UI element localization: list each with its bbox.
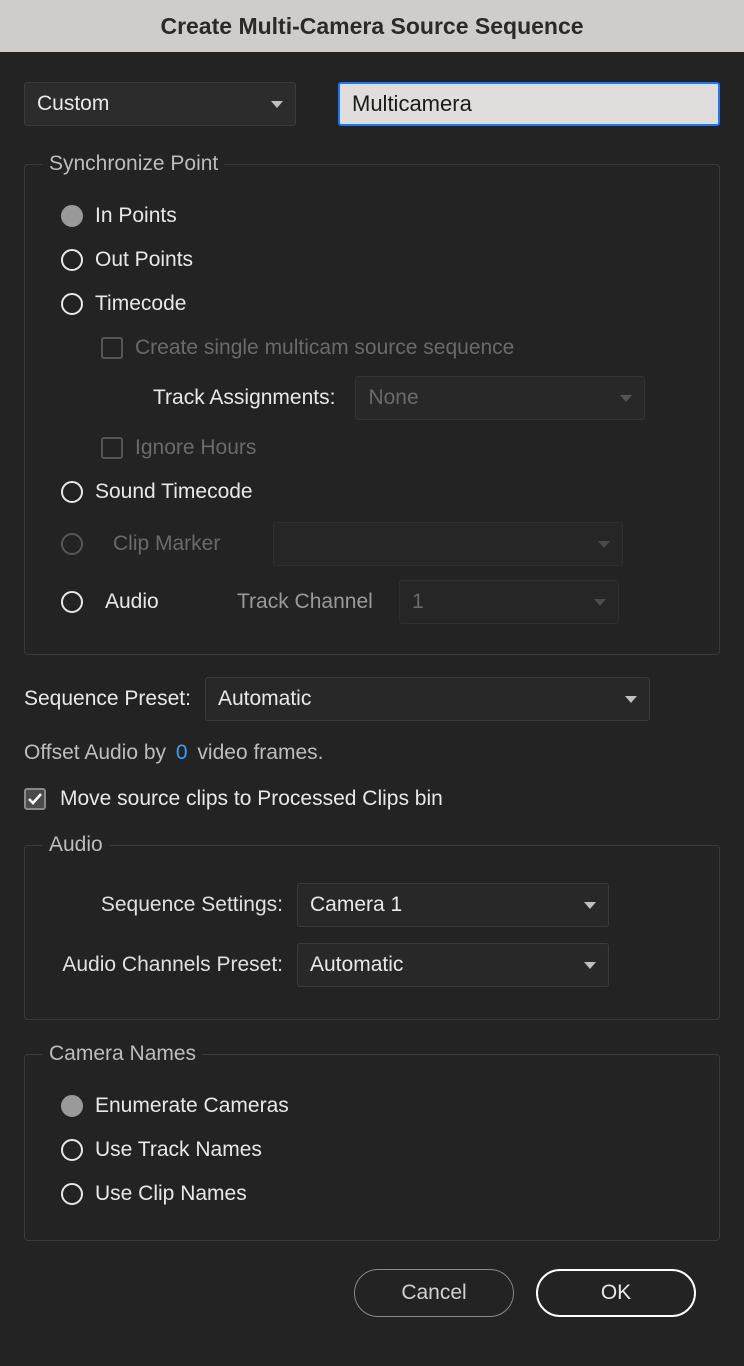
- camera-names-group: Camera Names Enumerate Cameras Use Track…: [24, 1042, 720, 1241]
- sync-out-points-label: Out Points: [95, 248, 193, 272]
- sync-audio-label: Audio: [105, 590, 185, 614]
- sync-timecode-option[interactable]: Timecode: [43, 282, 701, 326]
- sequence-settings-dropdown[interactable]: Camera 1: [297, 883, 609, 927]
- sync-sound-timecode-label: Sound Timecode: [95, 480, 253, 504]
- audio-channels-preset-value: Automatic: [310, 953, 403, 977]
- cancel-button[interactable]: Cancel: [354, 1269, 514, 1317]
- ok-button-label: OK: [601, 1281, 631, 1305]
- checkbox-icon: [101, 337, 123, 359]
- enumerate-cameras-option[interactable]: Enumerate Cameras: [43, 1084, 701, 1128]
- track-channel-dropdown: 1: [399, 580, 619, 624]
- move-source-clips-label: Move source clips to Processed Clips bin: [60, 787, 443, 811]
- radio-icon: [61, 205, 83, 227]
- chevron-down-icon: [271, 101, 283, 108]
- cancel-button-label: Cancel: [401, 1281, 466, 1305]
- chevron-down-icon: [625, 696, 637, 703]
- sync-sound-timecode-option[interactable]: Sound Timecode: [43, 470, 701, 514]
- sequence-name-input[interactable]: [338, 82, 720, 126]
- move-source-clips-option[interactable]: Move source clips to Processed Clips bin: [24, 787, 720, 811]
- sequence-preset-label: Sequence Preset:: [24, 687, 191, 711]
- track-assignments-value: None: [368, 386, 418, 410]
- preset-dropdown[interactable]: Custom: [24, 82, 296, 126]
- chevron-down-icon: [598, 541, 610, 548]
- offset-audio-value[interactable]: 0: [172, 741, 192, 764]
- sync-clip-marker-option: Clip Marker: [43, 514, 701, 574]
- radio-icon: [61, 249, 83, 271]
- use-clip-names-option[interactable]: Use Clip Names: [43, 1172, 701, 1216]
- checkbox-icon: [101, 437, 123, 459]
- radio-icon: [61, 293, 83, 315]
- use-track-names-option[interactable]: Use Track Names: [43, 1128, 701, 1172]
- ignore-hours-option: Ignore Hours: [43, 426, 701, 470]
- radio-icon: [61, 591, 83, 613]
- track-assignments-dropdown: None: [355, 376, 645, 420]
- ignore-hours-label: Ignore Hours: [135, 436, 256, 460]
- dialog-content: Custom Synchronize Point In Points Out P…: [0, 52, 744, 1337]
- synchronize-point-legend: Synchronize Point: [43, 152, 224, 176]
- enumerate-cameras-label: Enumerate Cameras: [95, 1094, 289, 1118]
- create-single-multicam-option: Create single multicam source sequence: [43, 326, 701, 370]
- use-track-names-label: Use Track Names: [95, 1138, 262, 1162]
- sync-clip-marker-label: Clip Marker: [113, 532, 243, 556]
- audio-group-legend: Audio: [43, 833, 109, 857]
- sync-out-points-option[interactable]: Out Points: [43, 238, 701, 282]
- radio-icon: [61, 1139, 83, 1161]
- preset-dropdown-value: Custom: [37, 92, 109, 116]
- radio-icon: [61, 533, 83, 555]
- offset-audio-row: Offset Audio by 0 video frames.: [24, 741, 720, 765]
- sequence-settings-value: Camera 1: [310, 893, 402, 917]
- create-single-multicam-label: Create single multicam source sequence: [135, 336, 514, 360]
- checkbox-icon: [24, 788, 46, 810]
- sync-in-points-label: In Points: [95, 204, 177, 228]
- chevron-down-icon: [584, 962, 596, 969]
- offset-audio-prefix: Offset Audio by: [24, 741, 166, 764]
- chevron-down-icon: [594, 599, 606, 606]
- ok-button[interactable]: OK: [536, 1269, 696, 1317]
- sync-timecode-label: Timecode: [95, 292, 186, 316]
- synchronize-point-group: Synchronize Point In Points Out Points T…: [24, 152, 720, 655]
- audio-channels-preset-label: Audio Channels Preset:: [53, 953, 283, 977]
- sync-audio-option[interactable]: Audio Track Channel 1: [43, 574, 701, 630]
- chevron-down-icon: [620, 395, 632, 402]
- camera-names-legend: Camera Names: [43, 1042, 202, 1066]
- dialog-titlebar: Create Multi-Camera Source Sequence: [0, 0, 744, 52]
- clip-marker-dropdown: [273, 522, 623, 566]
- sequence-preset-value: Automatic: [218, 687, 311, 711]
- radio-icon: [61, 481, 83, 503]
- use-clip-names-label: Use Clip Names: [95, 1182, 247, 1206]
- radio-icon: [61, 1183, 83, 1205]
- sync-in-points-option[interactable]: In Points: [43, 194, 701, 238]
- track-channel-label: Track Channel: [237, 590, 377, 614]
- track-channel-value: 1: [412, 590, 424, 614]
- sequence-settings-label: Sequence Settings:: [53, 893, 283, 917]
- track-assignments-label: Track Assignments:: [153, 386, 335, 410]
- audio-channels-preset-dropdown[interactable]: Automatic: [297, 943, 609, 987]
- audio-group: Audio Sequence Settings: Camera 1 Audio …: [24, 833, 720, 1020]
- offset-audio-suffix: video frames.: [197, 741, 323, 764]
- sequence-preset-dropdown[interactable]: Automatic: [205, 677, 650, 721]
- chevron-down-icon: [584, 902, 596, 909]
- dialog-title: Create Multi-Camera Source Sequence: [160, 13, 583, 40]
- radio-icon: [61, 1095, 83, 1117]
